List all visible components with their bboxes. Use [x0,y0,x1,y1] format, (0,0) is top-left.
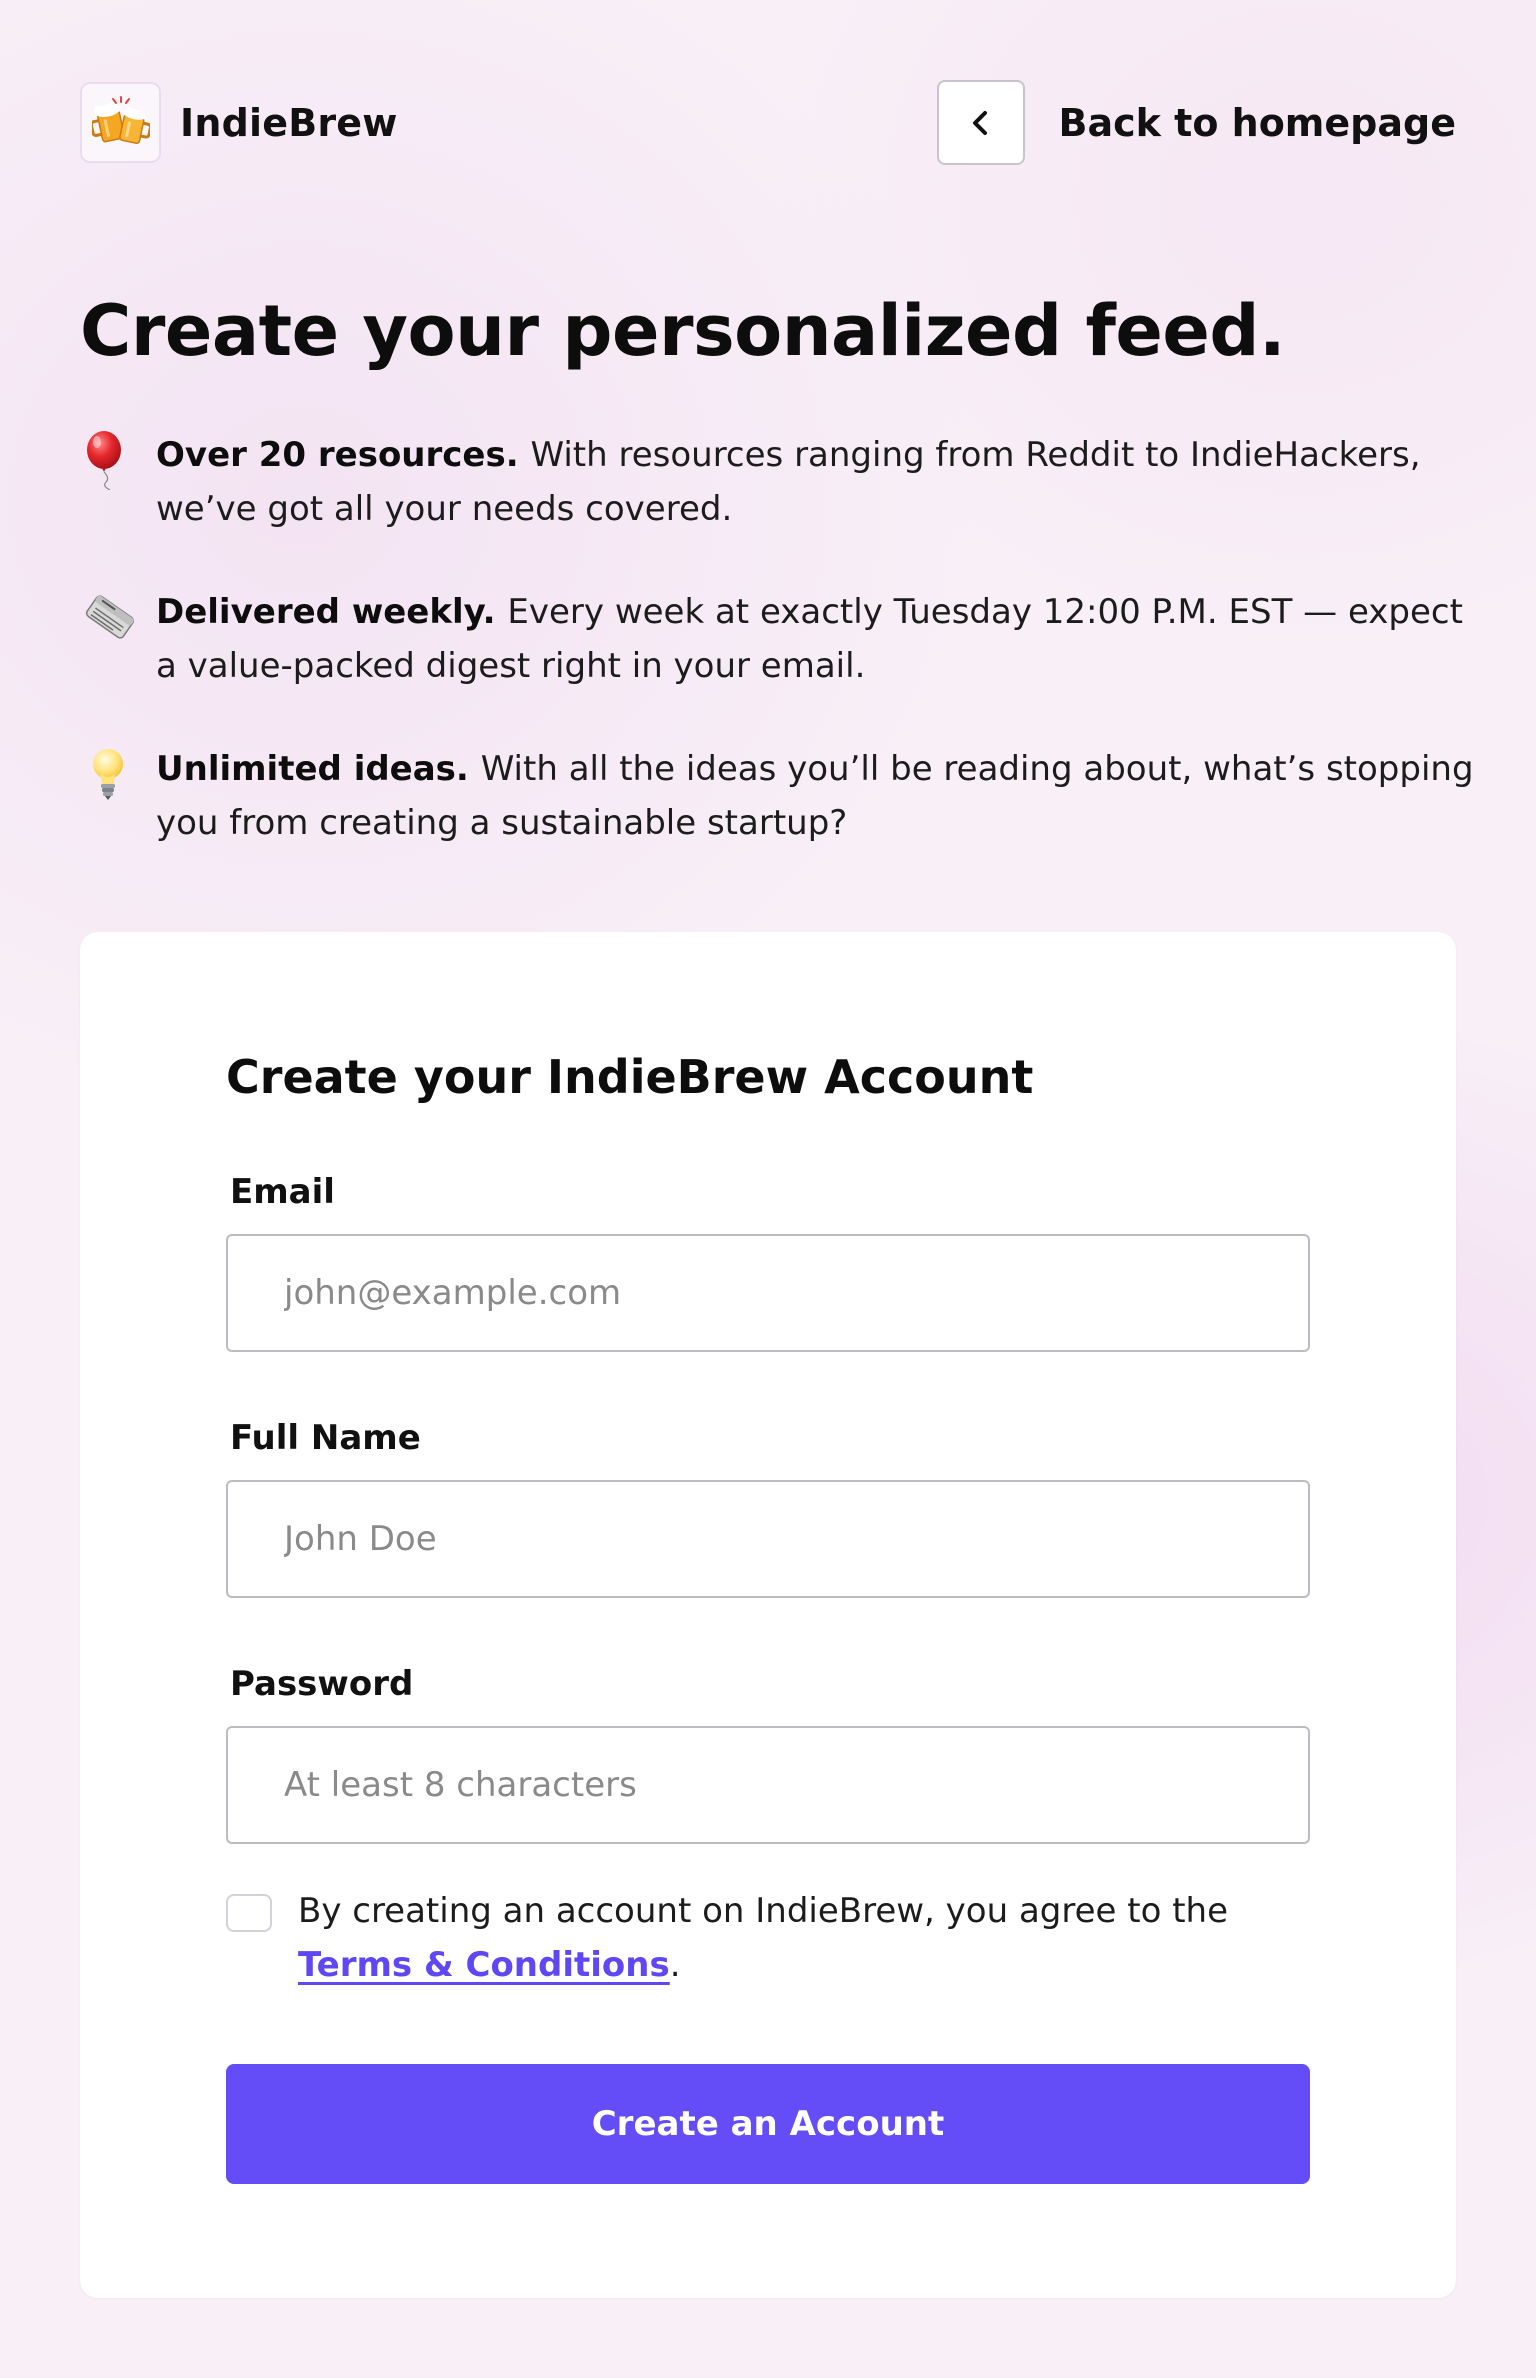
full-name-field[interactable] [226,1480,1310,1598]
feature-item: Delivered weekly. Every week at exactly … [80,585,1486,693]
feature-item: Over 20 resources. With resources rangin… [80,428,1486,536]
feature-title: Unlimited ideas. [156,749,481,789]
back-label[interactable]: Back to homepage [1059,101,1456,145]
beer-mugs-icon [91,95,150,144]
page-title: Create your personalized feed. [80,290,1286,372]
password-field[interactable] [226,1726,1310,1844]
email-label: Email [230,1172,335,1212]
brand-name[interactable]: IndieBrew [180,101,398,145]
create-account-button[interactable]: Create an Account [226,2064,1310,2184]
newspaper-icon [85,595,135,639]
terms-text: By creating an account on IndieBrew, you… [298,1884,1298,1992]
back-button[interactable] [936,80,1025,165]
full-name-label: Full Name [230,1418,421,1458]
terms-text-after: . [669,1945,681,1985]
signup-card: Create your IndieBrew Account Email Full… [80,932,1456,2298]
terms-link[interactable]: Terms & Conditions [298,1945,670,1985]
brand[interactable]: IndieBrew [80,80,398,165]
feature-item: Unlimited ideas. With all the ideas you’… [80,742,1486,850]
form-title: Create your IndieBrew Account [226,1050,1034,1104]
feature-title: Over 20 resources. [156,435,531,475]
back-to-homepage-link[interactable]: Back to homepage [936,80,1456,165]
email-field[interactable] [226,1234,1310,1352]
balloon-icon [87,431,121,490]
terms-checkbox[interactable] [226,1894,272,1932]
header: IndieBrew Back to homepage [80,80,1456,165]
light-bulb-icon [93,749,123,800]
logo[interactable] [80,82,161,163]
feature-list: Over 20 resources. With resources rangin… [80,428,1474,899]
password-label: Password [230,1664,414,1704]
terms-text-before: By creating an account on IndieBrew, you… [298,1891,1228,1931]
chevron-left-icon [972,110,987,135]
feature-title: Delivered weekly. [156,592,508,632]
